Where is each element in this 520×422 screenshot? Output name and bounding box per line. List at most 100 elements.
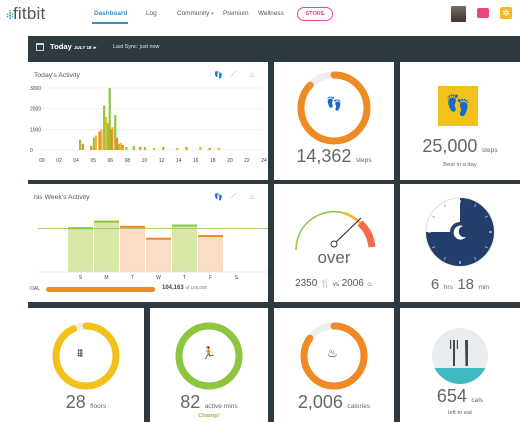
active-minutes-tile[interactable]: 🏃 82 active mins Champ! <box>150 308 268 422</box>
flame-icon: ♨ <box>327 346 338 360</box>
food-number: 654 <box>436 386 467 406</box>
x-tick-label: 20 <box>227 158 233 164</box>
flame-icon[interactable]: ♨ <box>249 71 255 79</box>
week-bar <box>68 227 93 272</box>
calorie-in-vs-out: 2350 🍴 vs 2006 ♨ <box>274 278 394 289</box>
activity-bar <box>104 116 108 150</box>
today-label: Today <box>50 42 72 51</box>
floors-unit: floors <box>90 403 107 410</box>
x-tick-label: 16 <box>193 158 199 164</box>
nav-wellness[interactable]: Wellness <box>258 10 284 17</box>
fork-knife-icon: 🍴 <box>320 279 331 288</box>
steps-number: 14,362 <box>296 146 352 166</box>
nav-community[interactable]: Community ▾ <box>177 10 214 17</box>
sleep-minutes: 18 <box>457 276 475 293</box>
calendar-icon[interactable] <box>36 43 44 51</box>
settings-gear-icon[interactable]: ✲ <box>500 7 512 19</box>
activity-bar <box>116 137 119 150</box>
x-tick-label: 00 <box>39 158 45 164</box>
weeks-activity-tile[interactable]: his Week's Activity 👣 ⟋ ♨ S M T W T F S OAL 10… <box>28 184 268 302</box>
x-tick-label: 02 <box>56 158 62 164</box>
calorie-status: over <box>317 248 351 267</box>
flame-icon[interactable]: ♨ <box>249 193 255 201</box>
activity-bar <box>162 146 165 150</box>
activity-bar <box>143 146 146 150</box>
stairs-icon[interactable]: ⟋ <box>231 193 236 201</box>
weeks-activity-chart: SMTWTFS <box>38 220 268 281</box>
activity-bar <box>98 131 101 150</box>
week-progress-track <box>46 287 156 292</box>
active-minutes-unit: active mins <box>204 403 238 410</box>
day-label: T <box>183 275 186 281</box>
y-tick-label: 2000 <box>30 107 41 113</box>
stairs-icon[interactable]: ⟋ <box>231 71 236 79</box>
steps-tile[interactable]: 👣 14,362 steps <box>274 62 394 180</box>
best-day-caption: Best in a day <box>443 162 477 168</box>
active-minutes-number: 82 <box>180 392 201 412</box>
nav-log[interactable]: Log <box>146 10 157 17</box>
fitbit-logo[interactable]: fitbit <box>13 4 45 24</box>
day-label: T <box>131 275 134 281</box>
date-today[interactable]: Today JULY 18 ▸ <box>50 42 96 51</box>
food-tile[interactable]: 654 cals left to eat <box>400 308 520 422</box>
date-bar: Today JULY 18 ▸ Last Sync: just now <box>28 36 520 58</box>
y-tick-label: 1000 <box>30 127 41 133</box>
nav-active-underline <box>92 22 128 24</box>
sleep-minutes-unit: min <box>478 284 490 291</box>
steps-value: 14,362 steps <box>274 146 394 167</box>
sleep-tile[interactable]: 6 hrs 18 min <box>400 184 520 302</box>
x-tick-label: 06 <box>108 158 114 164</box>
y-tick-label: 0 <box>30 148 33 154</box>
day-label: M <box>104 275 108 281</box>
nav-dashboard[interactable]: Dashboard <box>94 10 127 17</box>
day-label: W <box>156 275 161 281</box>
week-bar-top <box>198 235 223 238</box>
nav-premium[interactable]: Premium <box>223 10 249 17</box>
calories-in: 2350 <box>295 278 318 289</box>
y-tick-label: 3000 <box>30 86 41 92</box>
week-progress-fill <box>46 287 155 292</box>
day-label: S <box>235 275 239 281</box>
activity-bar <box>153 147 156 150</box>
todays-activity-chart: 0 1000 2000 3000 00 02 04 05 06 08 10 12 14 16 18 20 22 2… <box>30 86 267 164</box>
week-bar-top <box>224 253 249 256</box>
floors-tile[interactable]: ⩩ 28 floors <box>28 308 144 422</box>
activity-bar <box>110 129 113 150</box>
activity-bar <box>94 135 97 150</box>
week-bar-top <box>120 225 145 228</box>
week-goal: of 105,000 <box>185 285 208 290</box>
day-label: S <box>79 275 83 281</box>
x-tick-label: 22 <box>244 158 250 164</box>
activity-bar <box>185 146 188 150</box>
activity-bar <box>121 144 124 150</box>
messages-icon[interactable] <box>477 8 489 18</box>
vs-label: vs <box>332 282 339 288</box>
calories-value: 2,006 calories <box>274 392 394 413</box>
best-day-number: 25,000 <box>422 136 478 156</box>
week-bar <box>198 235 223 272</box>
date-label: JULY 18 <box>73 45 92 50</box>
steps-footprint-icon[interactable]: 👣 <box>214 71 223 79</box>
best-day-tile[interactable]: 👣 25,000 steps Best in a day <box>400 62 520 180</box>
week-bar <box>224 253 249 272</box>
activity-bar <box>90 145 93 150</box>
sleep-duration: 6 hrs 18 min <box>400 276 520 294</box>
active-minutes-value: 82 active mins <box>150 392 268 413</box>
x-tick-label: 24 <box>261 158 267 164</box>
food-value: 654 cals <box>400 386 520 407</box>
avatar[interactable] <box>451 6 466 22</box>
todays-activity-tile[interactable]: Today's Activity 👣 ⟋ ♨ 0 1000 2000 3000 00 02… <box>28 62 268 180</box>
steps-footprint-icon[interactable]: 👣 <box>214 193 223 201</box>
store-button[interactable]: STORE <box>297 7 333 21</box>
food-caption: left to eat <box>448 410 472 416</box>
activity-bar <box>208 147 211 150</box>
x-tick-label: 18 <box>210 158 216 164</box>
calories-tile[interactable]: ♨ 2,006 calories <box>274 308 394 422</box>
week-bar <box>120 225 145 272</box>
calories-in-out-tile[interactable]: over 2350 🍴 vs 2006 ♨ <box>274 184 394 302</box>
week-bar-top <box>94 220 119 223</box>
calories-out: 2006 <box>341 278 364 289</box>
activity-bar <box>139 146 142 150</box>
chevron-down-icon: ▾ <box>211 11 214 17</box>
x-tick-label: 08 <box>125 158 131 164</box>
